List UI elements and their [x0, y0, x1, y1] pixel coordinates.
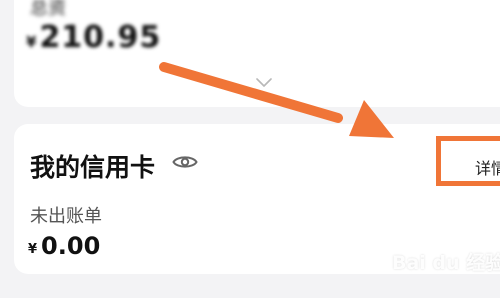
credit-card-value: 0.00: [41, 232, 101, 260]
credit-card-amount: ¥0.00: [28, 232, 100, 260]
details-label: 详情: [475, 159, 500, 178]
credit-card-title: 我的信用卡: [30, 153, 156, 182]
asset-value: 210.95: [39, 20, 162, 55]
details-button[interactable]: 详情: [436, 136, 500, 186]
eye-icon[interactable]: [172, 152, 198, 172]
watermark-text: Bai du 经验: [392, 252, 500, 274]
billing-status: 未出账单: [30, 206, 102, 227]
asset-label: 总资: [30, 0, 66, 19]
asset-amount: ¥210.95: [26, 20, 161, 55]
chevron-down-icon[interactable]: [256, 78, 272, 88]
credit-card-currency: ¥: [28, 242, 38, 257]
asset-summary-card: 总资 ¥210.95: [14, 0, 500, 107]
asset-currency: ¥: [26, 33, 38, 51]
